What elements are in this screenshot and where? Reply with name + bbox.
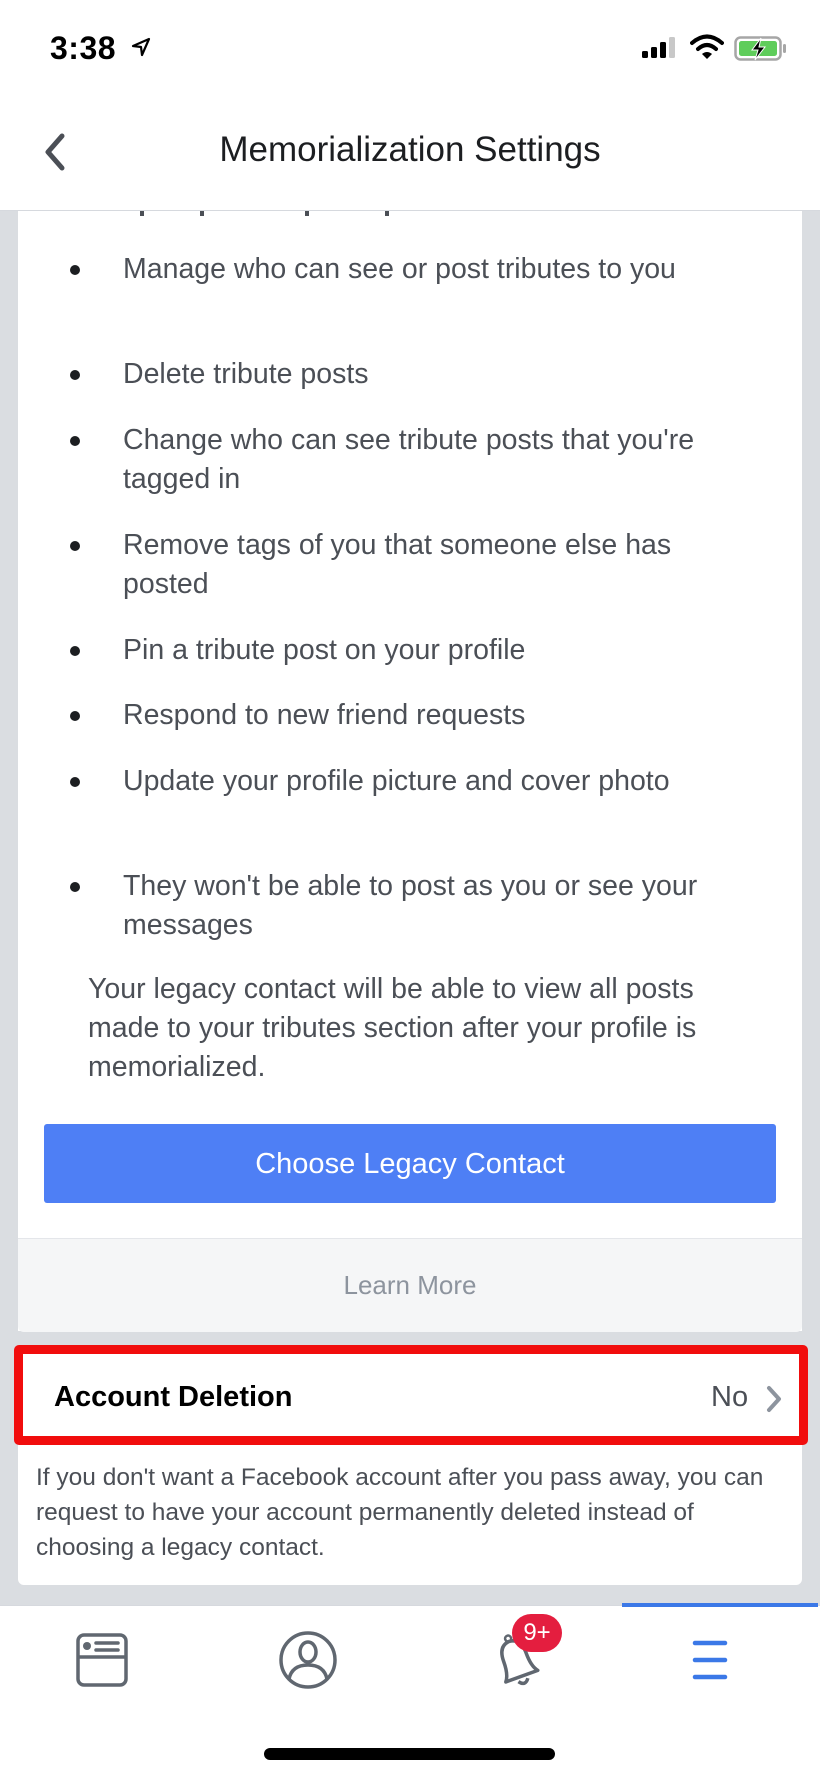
bullet-icon	[70, 370, 80, 380]
home-indicator[interactable]	[264, 1748, 555, 1760]
account-deletion-value: No	[711, 1381, 749, 1413]
account-deletion-description: If you don't want a Facebook account aft…	[36, 1464, 764, 1561]
bullet-icon	[70, 646, 80, 656]
choose-legacy-contact-button[interactable]: Choose Legacy Contact	[44, 1124, 776, 1203]
location-arrow-icon	[131, 37, 151, 57]
profile-icon	[279, 1631, 337, 1689]
bullet-icon	[70, 882, 80, 892]
active-tab-indicator	[622, 1603, 818, 1607]
bullet-icon	[70, 711, 80, 721]
wifi-icon	[690, 34, 724, 59]
chevron-right-icon	[767, 1386, 781, 1412]
bullet-icon	[70, 265, 80, 275]
news-feed-icon	[76, 1633, 128, 1687]
account-deletion-label: Account Deletion	[54, 1381, 293, 1413]
learn-more-footer: Learn More	[18, 1238, 802, 1332]
tab-news-feed[interactable]	[52, 1625, 152, 1695]
battery-charging-icon	[734, 36, 786, 61]
hamburger-menu-icon	[692, 1640, 728, 1680]
bullet-icon	[70, 777, 80, 787]
clipped-text-fragment	[140, 211, 389, 216]
notification-badge: 9+	[512, 1614, 562, 1652]
tab-menu[interactable]	[662, 1625, 762, 1695]
tab-profile[interactable]	[258, 1625, 358, 1695]
status-time: 3:38	[50, 30, 117, 66]
bullet-icon	[70, 436, 80, 446]
legacy-contact-description: Your legacy contact will be able to view…	[88, 973, 697, 1083]
cellular-signal-icon	[642, 37, 675, 58]
page-title: Memorialization Settings	[219, 130, 601, 169]
learn-more-link[interactable]: Learn More	[18, 1239, 802, 1332]
bullet-icon	[70, 541, 80, 551]
account-deletion-row[interactable]: Account Deletion No	[14, 1345, 808, 1445]
